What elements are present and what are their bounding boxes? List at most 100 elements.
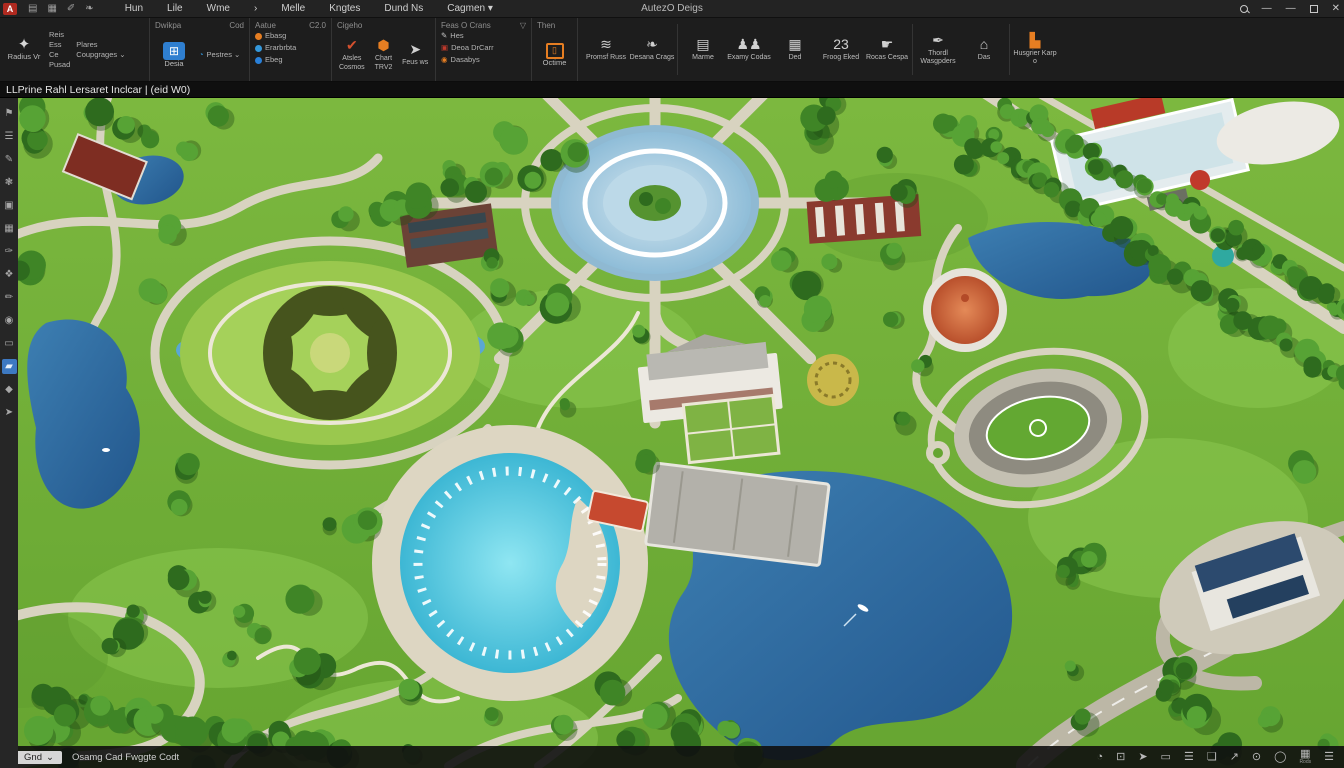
drawing-canvas[interactable]: ▸ Gnd ⌄ Osamg Cad Fwggte Codt ◔⊡➤▭☰❏↗⊙◯▦…: [18, 98, 1344, 768]
pen-icon[interactable]: ✐: [67, 3, 75, 14]
frame-tool-icon[interactable]: ▣: [2, 198, 17, 213]
ribbon-group-radius: ✦ Radius Vr ReisEssCePusad Plares Coupgr…: [0, 18, 150, 81]
ribbon-button-5[interactable]: 23Froog Eked: [818, 20, 864, 79]
pen-tool-icon[interactable]: ✑: [2, 244, 17, 259]
circle-icon[interactable]: ◯: [1274, 752, 1286, 763]
group5-caret-icon[interactable]: ▽: [520, 20, 526, 31]
coupgrages-item[interactable]: Coupgrages ⌄: [76, 50, 125, 59]
layer-indicator-bar: LLPrine Rahl Lersaret Inclcar | (eid W0): [0, 82, 1344, 98]
menu-bar: A ▤ ▦ ✐ ❧ HunLileWme›MelleKngtesDund NsC…: [0, 0, 1344, 18]
rect-tool-icon[interactable]: ▭: [2, 336, 17, 351]
plares-item[interactable]: Plares: [76, 40, 125, 49]
group1-item-1[interactable]: Ess: [49, 40, 70, 49]
menu-item-0[interactable]: Hun: [113, 3, 155, 14]
group5-item-0[interactable]: ✎Hes: [441, 31, 464, 41]
group4-item-1[interactable]: ⬢Chart TRV2: [369, 36, 399, 73]
group4-item-2-icon: ➤: [409, 42, 421, 57]
leaf-icon[interactable]: ❧: [85, 3, 93, 14]
ribbon-button-0[interactable]: ≋Promsf Russ: [583, 20, 629, 79]
close-button[interactable]: ✕: [1332, 3, 1340, 14]
ribbon-button-4[interactable]: ▦Ded: [772, 20, 818, 79]
pencil-tool-icon[interactable]: ✏: [2, 290, 17, 305]
radius-tool-button[interactable]: ✦ Radius Vr: [5, 37, 43, 61]
status-message: Osamg Cad Fwggte Codt: [72, 752, 179, 763]
grid-frame-tool-icon[interactable]: ▦: [2, 221, 17, 236]
group4-item-0[interactable]: ✔Atsles Cosmos: [337, 36, 367, 73]
arrow-tool-icon[interactable]: ➤: [2, 405, 17, 420]
search-icon[interactable]: [1240, 5, 1248, 13]
lasso-tool-icon[interactable]: ❃: [2, 175, 17, 190]
desia-icon: ⊞: [163, 42, 185, 60]
parterre-garden: [180, 261, 480, 445]
share-icon[interactable]: ↗: [1230, 752, 1239, 763]
ribbon-button-7[interactable]: ✒Thordl Wasgpders: [915, 20, 961, 79]
list-icon[interactable]: ☰: [1184, 752, 1194, 763]
group4-item-2[interactable]: ➤Feus ws: [400, 40, 430, 69]
layers-icon[interactable]: ❏: [1207, 752, 1217, 763]
minimize-button[interactable]: —: [1262, 3, 1272, 14]
pestres-icon: ◔: [199, 50, 204, 60]
ribbon-button-0-icon: ≋: [600, 37, 612, 52]
grid-rods-icon[interactable]: ▦Rods: [1299, 749, 1311, 765]
panel-icon[interactable]: ▭: [1161, 752, 1171, 763]
cursor-icon[interactable]: ➤: [1138, 752, 1147, 763]
compass-icon[interactable]: ◔: [1096, 752, 1103, 763]
menu-item-2[interactable]: Wme: [195, 3, 242, 14]
active-swatch-tool-icon[interactable]: ▰: [2, 359, 17, 374]
group3-item-2[interactable]: Ebeg: [255, 55, 283, 65]
ribbon-button-2[interactable]: ▤Marme: [680, 20, 726, 79]
target-tool-icon[interactable]: ◉: [2, 313, 17, 328]
measure-tool-icon[interactable]: ☰: [2, 129, 17, 144]
group1-item-3[interactable]: Pusad: [49, 60, 70, 69]
desia-button[interactable]: ⊞ Desia: [155, 42, 193, 68]
ribbon-button-3-icon: ♟♟: [736, 37, 761, 52]
ribbon-button-9[interactable]: ▙Husgrier Karp o: [1012, 20, 1058, 79]
group5-item-1[interactable]: ▣Deoa DrCarr: [441, 43, 494, 53]
pestres-button[interactable]: ◔ Pestres ⌄: [199, 50, 240, 60]
menu-item-6[interactable]: Dund Ns: [372, 3, 435, 14]
menu-item-3[interactable]: ›: [242, 3, 269, 14]
patch-tool-icon[interactable]: ❖: [2, 267, 17, 282]
ribbon-button-1-icon: ❧: [646, 37, 658, 52]
sketch-tool-icon[interactable]: ✎: [2, 152, 17, 167]
grid-icon[interactable]: ▦: [47, 3, 56, 14]
menu-icon[interactable]: ☰: [1324, 752, 1334, 763]
document-icon[interactable]: ▤: [28, 3, 37, 14]
group3-item-0-icon: [255, 33, 262, 40]
ribbon-button-2-icon: ▤: [696, 37, 709, 52]
work-area: ⚑ ☰ ✎ ❃ ▣ ▦ ✑ ❖ ✏ ◉ ▭ ▰ ◆ ➤: [0, 98, 1344, 768]
group1-item-0[interactable]: Reis: [49, 30, 70, 39]
group5-item-0-icon: ✎: [441, 31, 447, 41]
restore-button[interactable]: [1310, 5, 1318, 13]
status-icons: ◔ ⊡ ➤ ▭ ☰ ❏ ↗ ⊙ ◯ ▦Rods ☰: [1096, 749, 1344, 765]
park-scene: [18, 98, 1344, 768]
menu-item-1[interactable]: Lile: [155, 3, 195, 14]
window-controls: — — ✕: [1240, 3, 1344, 14]
app-window: A ▤ ▦ ✐ ❧ HunLileWme›MelleKngtesDund NsC…: [0, 0, 1344, 768]
menu-item-4[interactable]: Melle: [269, 3, 317, 14]
group1-item-2[interactable]: Ce: [49, 50, 70, 59]
minimize2-button[interactable]: —: [1286, 3, 1296, 14]
ribbon-button-8[interactable]: ⌂Das: [961, 20, 1007, 79]
flag-tool-icon[interactable]: ⚑: [2, 106, 17, 121]
group5-item-2[interactable]: ◉Dasabys: [441, 55, 480, 65]
group3-header-right: C2.0: [309, 20, 326, 31]
menu-items: HunLileWme›MelleKngtesDund NsCagmen ▾: [113, 3, 505, 14]
ribbon-button-3[interactable]: ♟♟Examy Codas: [726, 20, 772, 79]
octime-button[interactable]: ▯ Octime: [537, 43, 572, 67]
export-icon[interactable]: ⊡: [1116, 752, 1125, 763]
ribbon-group-dwikpa: Dwikpa Cod ⊞ Desia ◔ Pestres ⌄: [150, 18, 250, 81]
ribbon-button-1[interactable]: ❧Desana Crags: [629, 20, 675, 79]
grid-mode-button[interactable]: Gnd ⌄: [18, 751, 62, 764]
app-logo-icon[interactable]: A: [3, 3, 17, 15]
group3-item-1[interactable]: Erarbrbta: [255, 43, 296, 53]
ribbon-button-6[interactable]: ☛Rocas Cespa: [864, 20, 910, 79]
group5-item-2-icon: ◉: [441, 55, 448, 65]
menu-item-5[interactable]: Kngtes: [317, 3, 372, 14]
group3-header: Aatue: [255, 20, 276, 31]
zoom-icon[interactable]: ⊙: [1252, 752, 1261, 763]
group3-item-0[interactable]: Ebasg: [255, 31, 286, 41]
group3-item-1-icon: [255, 45, 262, 52]
shape-tool-icon[interactable]: ◆: [2, 382, 17, 397]
menu-item-7[interactable]: Cagmen ▾: [435, 3, 505, 14]
